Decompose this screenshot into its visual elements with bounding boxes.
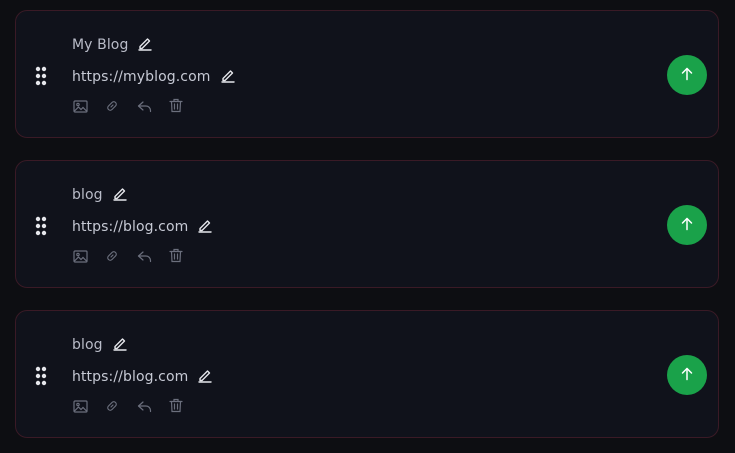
edit-url-button[interactable]	[197, 219, 213, 235]
edit-title-button[interactable]	[112, 187, 128, 203]
redirect-button[interactable]	[136, 99, 152, 115]
move-up-button[interactable]	[667, 55, 707, 95]
drag-dots-icon	[34, 366, 48, 386]
thumbnail-button[interactable]	[72, 399, 88, 415]
link-url: https://blog.com	[72, 219, 189, 235]
pencil-icon	[137, 35, 153, 55]
drag-handle[interactable]	[34, 216, 48, 236]
drag-handle[interactable]	[34, 66, 48, 86]
link-url: https://blog.com	[72, 369, 189, 385]
edit-title-button[interactable]	[137, 37, 153, 53]
link-card: blog https://blog.com	[15, 160, 719, 288]
drag-dots-icon	[34, 216, 48, 236]
link-title: blog	[72, 187, 103, 203]
title-row: blog	[72, 335, 128, 355]
trash-icon	[169, 398, 183, 417]
link-card: My Blog https://myblog.com	[15, 10, 719, 138]
reply-arrow-icon	[137, 398, 152, 417]
title-row: blog	[72, 185, 128, 205]
link-title: blog	[72, 337, 103, 353]
pencil-icon	[112, 335, 128, 355]
link-icon	[105, 98, 119, 117]
drag-handle[interactable]	[34, 366, 48, 386]
link-icon	[105, 248, 119, 267]
actions-row	[72, 248, 184, 267]
thumbnail-button[interactable]	[72, 249, 88, 265]
reply-arrow-icon	[137, 98, 152, 117]
reply-arrow-icon	[137, 248, 152, 267]
arrow-up-icon	[680, 366, 694, 385]
actions-row	[72, 98, 184, 117]
url-row: https://myblog.com	[72, 67, 236, 87]
title-row: My Blog	[72, 35, 153, 55]
link-settings-button[interactable]	[104, 99, 120, 115]
image-icon	[72, 248, 88, 267]
pencil-icon	[220, 67, 236, 87]
link-icon	[105, 398, 119, 417]
arrow-up-icon	[680, 216, 694, 235]
thumbnail-button[interactable]	[72, 99, 88, 115]
url-row: https://blog.com	[72, 217, 213, 237]
image-icon	[72, 398, 88, 417]
redirect-button[interactable]	[136, 249, 152, 265]
delete-button[interactable]	[168, 398, 184, 417]
edit-title-button[interactable]	[112, 337, 128, 353]
link-settings-button[interactable]	[104, 249, 120, 265]
link-title: My Blog	[72, 37, 129, 53]
pencil-icon	[112, 185, 128, 205]
link-card: blog https://blog.com	[15, 310, 719, 438]
edit-url-button[interactable]	[220, 69, 236, 85]
drag-dots-icon	[34, 66, 48, 86]
pencil-icon	[197, 367, 213, 387]
edit-url-button[interactable]	[197, 369, 213, 385]
link-settings-button[interactable]	[104, 399, 120, 415]
redirect-button[interactable]	[136, 399, 152, 415]
pencil-icon	[197, 217, 213, 237]
move-up-button[interactable]	[667, 205, 707, 245]
link-list: My Blog https://myblog.com blog https://…	[0, 0, 735, 453]
trash-icon	[169, 98, 183, 117]
arrow-up-icon	[680, 66, 694, 85]
trash-icon	[169, 248, 183, 267]
delete-button[interactable]	[168, 98, 184, 117]
link-url: https://myblog.com	[72, 69, 211, 85]
image-icon	[72, 98, 88, 117]
url-row: https://blog.com	[72, 367, 213, 387]
delete-button[interactable]	[168, 248, 184, 267]
actions-row	[72, 398, 184, 417]
move-up-button[interactable]	[667, 355, 707, 395]
